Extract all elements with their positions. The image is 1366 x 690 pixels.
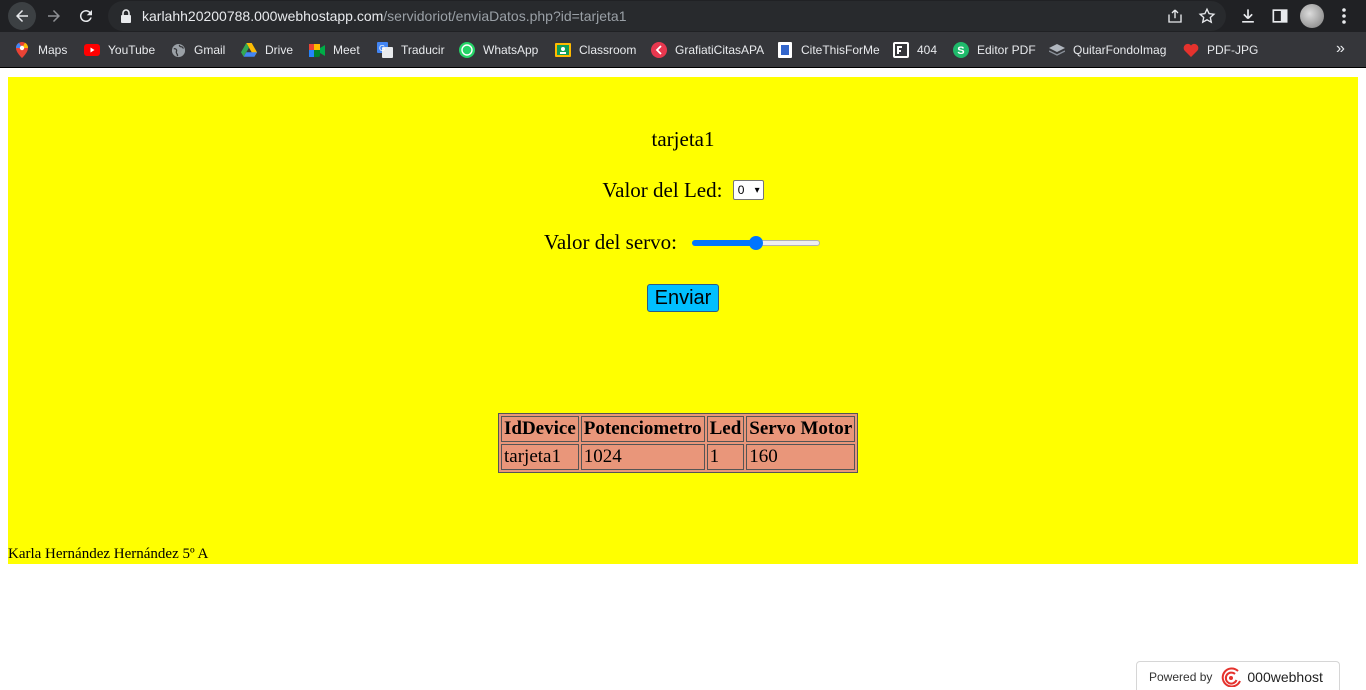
column-header: Potenciometro <box>580 416 705 442</box>
column-header: Led <box>706 416 745 442</box>
brand-name: 000webhost <box>1247 668 1323 685</box>
download-icon[interactable] <box>1238 6 1258 26</box>
bookmark-label: YouTube <box>108 43 156 57</box>
bookmark-404[interactable]: 404 <box>893 41 937 59</box>
bookmarks-bar: Maps YouTube Gmail Drive Meet G Traducir… <box>0 32 1366 68</box>
bookmark-label: Gmail <box>194 43 226 57</box>
grafiati-icon <box>651 42 667 58</box>
citethisforme-icon <box>777 42 793 58</box>
table-row: tarjeta1 1024 1 160 <box>501 444 856 470</box>
bookmark-whatsapp[interactable]: WhatsApp <box>459 41 538 59</box>
servo-label: Valor del servo: <box>544 230 677 254</box>
svg-text:G: G <box>379 44 385 53</box>
reload-button[interactable] <box>72 2 100 30</box>
bookmark-maps[interactable]: Maps <box>14 41 67 59</box>
classroom-icon <box>555 42 571 58</box>
bookmark-drive[interactable]: Drive <box>241 41 293 59</box>
bookmark-label: Drive <box>265 43 294 57</box>
table-cell: tarjeta1 <box>501 444 579 470</box>
servo-slider[interactable] <box>692 236 820 250</box>
editor-pdf-icon: S <box>953 42 969 58</box>
page-viewport: tarjeta1 Valor del Led: 0 ▾ Valor del ser… <box>0 69 1366 690</box>
heart-icon <box>1183 42 1199 58</box>
bookmark-classroom[interactable]: Classroom <box>555 41 636 59</box>
youtube-icon <box>84 42 100 58</box>
404-icon <box>893 42 909 58</box>
url-text[interactable]: karlahh20200788.000webhostapp.com/servid… <box>142 8 627 24</box>
arrow-right-icon <box>48 10 60 22</box>
table-cell: 1024 <box>580 444 705 470</box>
bookmark-label: Editor PDF <box>977 43 1036 57</box>
bookmark-grafiati[interactable]: GrafiatiCitasAPA <box>651 41 764 59</box>
profile-avatar[interactable] <box>1300 4 1324 28</box>
bookmark-citethisforme[interactable]: CiteThisForMe <box>777 41 880 59</box>
footer-author: Karla Hernández Hernández 5º A <box>8 546 209 562</box>
bookmark-quitarfondo[interactable]: QuitarFondoImag <box>1049 41 1166 59</box>
star-icon[interactable] <box>1198 7 1216 25</box>
table-cell: 1 <box>706 444 745 470</box>
table-cell: 160 <box>746 444 856 470</box>
readings-table: IdDevice Potenciometro Led Servo Motor t… <box>498 413 859 473</box>
table-header-row: IdDevice Potenciometro Led Servo Motor <box>501 416 856 442</box>
page-body: tarjeta1 Valor del Led: 0 ▾ Valor del ser… <box>8 77 1358 564</box>
share-icon[interactable] <box>1166 7 1184 25</box>
bookmark-label: GrafiatiCitasAPA <box>675 43 765 57</box>
bookmark-label: QuitarFondoImag <box>1073 43 1167 57</box>
bookmark-label: Classroom <box>579 43 637 57</box>
slider-fill <box>692 240 756 246</box>
bookmark-editor-pdf[interactable]: S Editor PDF <box>953 41 1036 59</box>
bookmark-label: Maps <box>38 43 68 57</box>
url-host: karlahh20200788.000webhostapp.com <box>142 8 384 24</box>
bookmark-pdf-jpg[interactable]: PDF-JPG <box>1183 41 1258 59</box>
bookmark-label: PDF-JPG <box>1207 43 1259 57</box>
url-path: /servidoriot/enviaDatos.php?id=tarjeta1 <box>383 8 627 24</box>
send-button[interactable]: Enviar <box>647 284 719 312</box>
bookmark-label: WhatsApp <box>483 43 539 57</box>
kebab-menu-icon[interactable] <box>1336 6 1352 26</box>
led-select-value: 0 <box>737 183 745 198</box>
column-header: Servo Motor <box>746 416 856 442</box>
meet-icon <box>309 42 325 58</box>
bookmark-label: 404 <box>917 43 938 57</box>
led-row: Valor del Led: 0 ▾ <box>8 178 1358 203</box>
back-button[interactable] <box>8 2 36 30</box>
svg-text:S: S <box>957 45 964 57</box>
forward-button[interactable] <box>40 2 68 30</box>
bookmark-youtube[interactable]: YouTube <box>84 41 155 59</box>
column-header: IdDevice <box>501 416 579 442</box>
side-panel-icon[interactable] <box>1270 6 1290 26</box>
arrow-left-icon <box>16 10 28 22</box>
whatsapp-icon <box>459 42 475 58</box>
bookmark-label: CiteThisForMe <box>801 43 880 57</box>
led-select[interactable]: 0 ▾ <box>732 180 764 201</box>
slider-thumb[interactable] <box>749 236 763 250</box>
browser-toolbar: karlahh20200788.000webhostapp.com/servid… <box>0 0 1366 32</box>
lock-icon <box>121 9 131 23</box>
address-bar[interactable]: karlahh20200788.000webhostapp.com/servid… <box>108 1 1226 31</box>
bookmark-label: Meet <box>333 43 360 57</box>
bookmark-meet[interactable]: Meet <box>309 41 360 59</box>
drive-icon <box>241 42 257 58</box>
translate-icon: G <box>377 42 393 58</box>
layers-icon <box>1049 42 1065 58</box>
bookmarks-overflow-button[interactable]: » <box>1336 40 1345 58</box>
chevron-down-icon: ▾ <box>754 185 760 197</box>
reload-icon <box>79 10 92 23</box>
led-label: Valor del Led: <box>602 178 723 202</box>
maps-pin-icon <box>14 42 30 58</box>
device-title: tarjeta1 <box>651 127 715 151</box>
powered-by-label: Powered by <box>1149 669 1213 684</box>
bookmark-label: Traducir <box>401 43 445 57</box>
hosting-badge[interactable]: Powered by 000webhost <box>1136 661 1340 690</box>
brand-logo-icon <box>1222 666 1242 687</box>
bookmark-gmail[interactable]: Gmail <box>170 41 225 59</box>
bookmark-traducir[interactable]: G Traducir <box>377 41 445 59</box>
globe-icon <box>170 42 186 58</box>
